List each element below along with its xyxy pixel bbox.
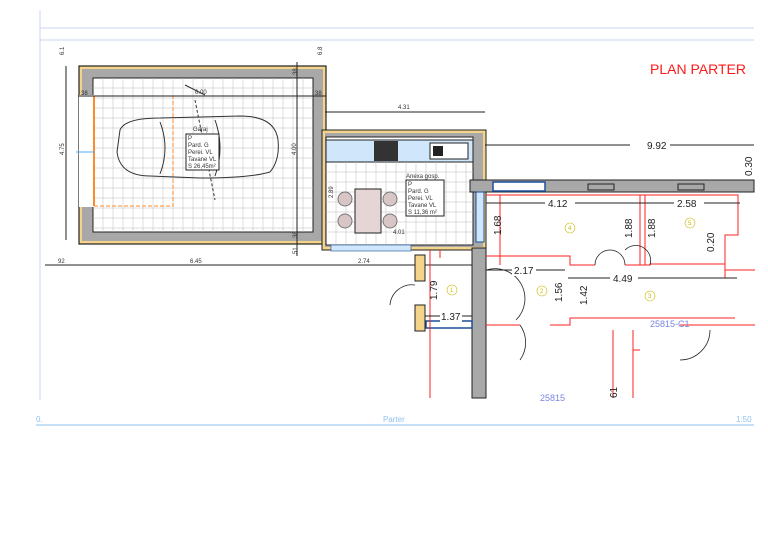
dimension-label: 1.56 <box>554 282 565 302</box>
table-row: Pard. G <box>408 189 429 195</box>
table-row: P <box>188 136 192 142</box>
room-number: 3 <box>648 294 652 300</box>
dimension-label: 4.12 <box>548 199 568 210</box>
table-row: P <box>408 182 412 188</box>
dimension-label: 4.75 <box>60 143 66 155</box>
dimension-label: 6.45 <box>190 259 202 265</box>
table-row: S 11,36 m² <box>408 210 437 216</box>
dimension-label: 2.74 <box>358 259 370 265</box>
room-number: 4 <box>568 226 572 232</box>
dimension-label: 1.68 <box>493 215 504 235</box>
dimension-label: 9.92 <box>647 141 667 152</box>
dimension-label: 61 <box>609 386 620 398</box>
dimension-label: 4.00 <box>292 143 298 155</box>
annex: Anexa gosp. P Pard. G Perei. VL Tavane V… <box>321 105 487 252</box>
dimension-label: 6.00 <box>195 90 207 96</box>
dimension-label: 6.1 <box>60 46 66 55</box>
dimension-label: 38 <box>293 231 299 238</box>
table-row: Pard. G <box>188 143 209 149</box>
dimension-label: 2.58 <box>677 199 697 210</box>
dimension-label: 1.88 <box>624 218 635 238</box>
table-row: Perei. VL <box>408 196 433 202</box>
garage: Garaj P Pard. G Perei. VL Tavane VL S 26… <box>60 46 327 256</box>
dimension-label: 4.31 <box>398 105 410 111</box>
dimension-label: 6.8 <box>318 46 324 55</box>
dimension-label: 2.89 <box>329 186 335 198</box>
footer-left: 0. <box>36 415 43 424</box>
room-code-label: 25815-C1 <box>650 319 690 329</box>
table-row: S 26,45m² <box>188 164 216 170</box>
dimension-label: 1.42 <box>579 285 590 305</box>
room-number: 5 <box>688 221 692 227</box>
room-name: Anexa gosp. <box>406 174 440 180</box>
dimension-label: 0.20 <box>706 232 717 252</box>
dimension-label: 1.79 <box>429 280 440 300</box>
dimension-label: 4.49 <box>613 274 633 285</box>
dimension-label: 38 <box>293 68 299 75</box>
floor-plan: PLAN PARTER Garaj P Pard. G Perei. VL Ta… <box>36 10 755 426</box>
annex-room-table: Anexa gosp. P Pard. G Perei. VL Tavane V… <box>405 174 445 217</box>
footer-level-name: Parter <box>383 415 405 424</box>
dimension-label: 38 <box>81 91 88 97</box>
room-code-label: 25815 <box>540 393 565 403</box>
dimension-label: 4.01 <box>393 230 405 236</box>
dimension-label: 38 <box>315 91 322 97</box>
table-row: Tavane VL <box>408 203 437 209</box>
room-number: 1 <box>450 288 454 294</box>
dimension-label: 1.37 <box>441 312 461 323</box>
table-row: Perei. VL <box>188 150 213 156</box>
dimension-label: 0.30 <box>744 156 755 176</box>
room-number: 2 <box>540 289 544 295</box>
dimension-label: 92 <box>58 259 65 265</box>
plan-title: PLAN PARTER <box>650 61 746 77</box>
room-name: Garaj <box>193 127 208 133</box>
dimension-label: 1.88 <box>647 218 658 238</box>
dimension-label: 2.17 <box>514 266 534 277</box>
stove-icon <box>374 141 398 161</box>
table-row: Tavane VL <box>188 157 217 163</box>
dining-table <box>354 188 382 234</box>
dimension-label: 51 <box>293 247 299 254</box>
footer-scale: 1:50 <box>736 415 752 424</box>
sheet-footer: 0. Parter 1:50 <box>36 415 752 424</box>
